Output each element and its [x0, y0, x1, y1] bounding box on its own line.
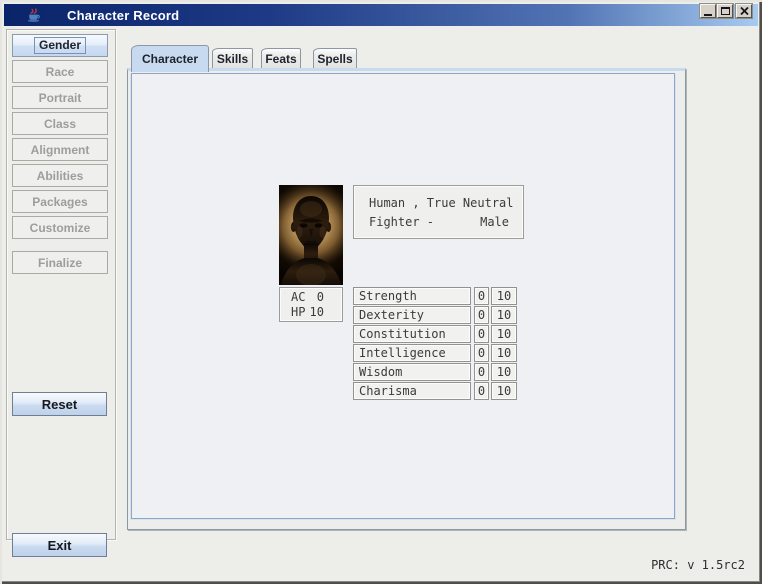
title-bar: Character Record — [4, 4, 758, 26]
summary-race-alignment: Human , True Neutral — [369, 194, 514, 213]
ability-name-intelligence: Intelligence — [353, 344, 471, 362]
character-portrait-image — [279, 185, 343, 285]
ability-name-wisdom: Wisdom — [353, 363, 471, 381]
tab-character-label: Character — [142, 52, 198, 66]
sidebar-button-abilities: Abilities — [12, 164, 108, 187]
summary-gender: Male — [480, 213, 509, 232]
summary-class-deity: Fighter - — [369, 213, 434, 232]
tab-spells-label: Spells — [317, 52, 352, 66]
close-button[interactable] — [736, 4, 752, 18]
character-record-window: Character Record Gender Race Portrait Cl… — [0, 0, 762, 584]
ability-score-strength: 10 — [491, 287, 517, 305]
ability-score-wisdom: 10 — [491, 363, 517, 381]
ability-mod-strength: 0 — [474, 287, 489, 305]
tab-skills-label: Skills — [217, 52, 248, 66]
sidebar-button-gender-label: Gender — [34, 37, 86, 54]
maximize-button[interactable] — [717, 4, 733, 18]
ability-score-intelligence: 10 — [491, 344, 517, 362]
sidebar-button-customize: Customize — [12, 216, 108, 239]
ability-mod-dexterity: 0 — [474, 306, 489, 324]
sidebar-button-race: Race — [12, 60, 108, 83]
sidebar-button-alignment-label: Alignment — [31, 143, 90, 157]
close-icon — [740, 7, 749, 15]
sidebar-button-race-label: Race — [46, 65, 75, 79]
prc-version-label: PRC: v 1.5rc2 — [651, 558, 745, 572]
ability-mod-intelligence: 0 — [474, 344, 489, 362]
tab-feats-label: Feats — [265, 52, 296, 66]
ability-score-dexterity: 10 — [491, 306, 517, 324]
sidebar-button-packages: Packages — [12, 190, 108, 213]
hp-label: HP — [291, 305, 305, 320]
sidebar-button-alignment: Alignment — [12, 138, 108, 161]
ability-mod-wisdom: 0 — [474, 363, 489, 381]
ability-name-constitution: Constitution — [353, 325, 471, 343]
java-coffee-cup-icon — [26, 7, 42, 23]
minimize-button[interactable] — [700, 4, 716, 18]
tab-character[interactable]: Character — [131, 45, 209, 72]
sidebar-button-packages-label: Packages — [32, 195, 87, 209]
tab-skills[interactable]: Skills — [212, 48, 253, 68]
ability-score-constitution: 10 — [491, 325, 517, 343]
ability-score-charisma: 10 — [491, 382, 517, 400]
sidebar-button-finalize: Finalize — [12, 251, 108, 274]
tab-feats[interactable]: Feats — [261, 48, 301, 68]
minimize-icon — [704, 14, 712, 16]
ability-mod-charisma: 0 — [474, 382, 489, 400]
maximize-icon — [721, 7, 730, 15]
tab-spells[interactable]: Spells — [313, 48, 357, 68]
ability-name-charisma: Charisma — [353, 382, 471, 400]
ac-value: 0 — [317, 290, 324, 305]
ac-label: AC — [291, 290, 305, 305]
sidebar-button-portrait-label: Portrait — [39, 91, 82, 105]
sidebar-button-abilities-label: Abilities — [37, 169, 84, 183]
sidebar-button-class: Class — [12, 112, 108, 135]
sidebar-button-gender[interactable]: Gender — [12, 34, 108, 57]
sidebar-button-finalize-label: Finalize — [38, 256, 82, 270]
ability-name-strength: Strength — [353, 287, 471, 305]
window-title: Character Record — [67, 8, 179, 23]
exit-button-label: Exit — [48, 538, 72, 553]
sidebar-button-customize-label: Customize — [30, 221, 91, 235]
ability-mod-constitution: 0 — [474, 325, 489, 343]
hp-value: 10 — [310, 305, 324, 320]
reset-button-label: Reset — [42, 397, 77, 412]
exit-button[interactable]: Exit — [12, 533, 107, 557]
sidebar-button-portrait: Portrait — [12, 86, 108, 109]
character-summary-box: Human , True Neutral Fighter - Male — [353, 185, 524, 239]
sidebar-button-class-label: Class — [44, 117, 76, 131]
ability-name-dexterity: Dexterity — [353, 306, 471, 324]
ac-hp-box: AC 0 HP 10 — [279, 287, 343, 322]
reset-button[interactable]: Reset — [12, 392, 107, 416]
